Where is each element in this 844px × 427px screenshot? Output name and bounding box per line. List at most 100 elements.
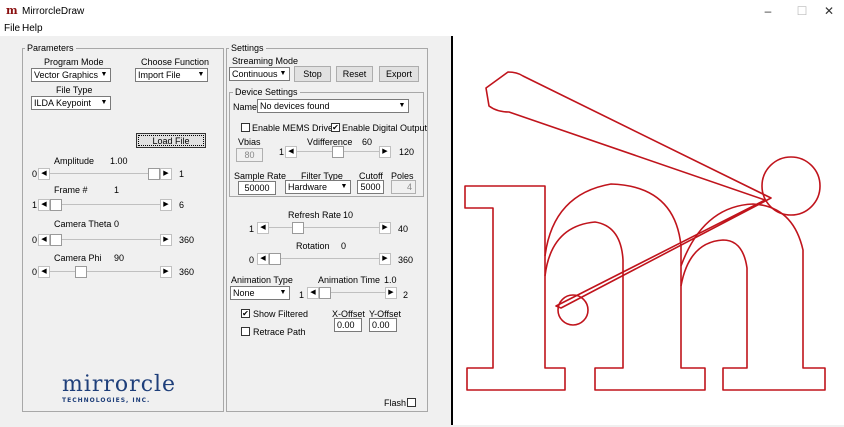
- camera-theta-max: 360: [179, 235, 195, 245]
- animation-type-select[interactable]: None ▼: [230, 286, 290, 300]
- y-offset-field[interactable]: 0.00: [369, 318, 397, 332]
- export-button[interactable]: Export: [379, 66, 419, 82]
- small-dot-outline: [557, 294, 589, 326]
- show-filtered-checkbox[interactable]: ✔: [241, 309, 250, 318]
- file-type-value: ILDA Keypoint: [34, 98, 92, 108]
- rotation-slider[interactable]: ◀ ▶: [257, 253, 391, 265]
- camera-phi-value: 90: [114, 253, 125, 263]
- frame-label: Frame #: [54, 185, 88, 195]
- flash-label: Flash: [384, 398, 407, 408]
- retrace-path-checkbox[interactable]: [241, 327, 250, 336]
- rotation-min: 0: [249, 255, 255, 265]
- arrow-right-icon[interactable]: ▶: [385, 287, 397, 299]
- pointer-outline: [485, 71, 772, 309]
- maximize-button[interactable]: ☐: [787, 0, 817, 22]
- stop-button[interactable]: Stop: [294, 66, 331, 82]
- arrow-right-icon[interactable]: ▶: [379, 253, 391, 265]
- arrow-right-icon[interactable]: ▶: [379, 146, 391, 158]
- camera-phi-slider[interactable]: ◀ ▶: [38, 266, 172, 278]
- arrow-left-icon[interactable]: ◀: [257, 222, 269, 234]
- arrow-right-icon[interactable]: ▶: [379, 222, 391, 234]
- animation-time-label: Animation Time: [318, 275, 381, 285]
- close-button[interactable]: ✕: [814, 0, 844, 22]
- reset-button[interactable]: Reset: [336, 66, 373, 82]
- refresh-rate-slider[interactable]: ◀ ▶: [257, 222, 391, 234]
- choose-function-select[interactable]: Import File ▼: [135, 68, 208, 82]
- slider-thumb[interactable]: [50, 234, 62, 246]
- frame-slider[interactable]: ◀ ▶: [38, 199, 172, 211]
- program-mode-value: Vector Graphics: [34, 70, 99, 80]
- minimize-button[interactable]: –: [753, 0, 783, 22]
- slider-thumb[interactable]: [269, 253, 281, 265]
- chevron-down-icon: ▼: [100, 99, 108, 106]
- streaming-mode-select[interactable]: Continuous ▼: [229, 67, 290, 81]
- logo-tagline: TECHNOLOGIES, INC.: [62, 397, 151, 404]
- frame-min: 1: [32, 200, 38, 210]
- arch-middle-outline: [544, 183, 706, 391]
- arrow-right-icon[interactable]: ▶: [160, 168, 172, 180]
- vdifference-min: 1: [279, 147, 285, 157]
- arrow-right-icon[interactable]: ▶: [160, 234, 172, 246]
- frame-value: 1: [114, 185, 120, 195]
- slider-thumb[interactable]: [148, 168, 160, 180]
- animation-type-label: Animation Type: [231, 275, 293, 285]
- cutoff-field[interactable]: 5000: [357, 180, 384, 194]
- animation-time-slider[interactable]: ◀ ▶: [307, 287, 397, 299]
- chevron-down-icon: ▼: [197, 71, 205, 78]
- slider-thumb[interactable]: [74, 266, 87, 278]
- device-name-value: No devices found: [260, 101, 330, 111]
- refresh-rate-max: 40: [398, 224, 409, 234]
- device-name-select[interactable]: No devices found ▼: [257, 99, 409, 113]
- x-offset-field[interactable]: 0.00: [334, 318, 362, 332]
- arrow-left-icon[interactable]: ◀: [285, 146, 297, 158]
- poles-field[interactable]: 4: [391, 180, 416, 194]
- slider-thumb[interactable]: [319, 287, 331, 299]
- chevron-down-icon: ▼: [279, 289, 287, 296]
- animation-time-min: 1: [299, 290, 305, 300]
- animation-time-value: 1.0: [384, 275, 397, 285]
- vbias-field[interactable]: 80: [236, 148, 263, 162]
- menu-file[interactable]: File: [4, 23, 20, 34]
- amplitude-slider[interactable]: ◀ ▶: [38, 168, 172, 180]
- dot-outline: [761, 156, 821, 216]
- camera-theta-slider[interactable]: ◀ ▶: [38, 234, 172, 246]
- drawing-canvas[interactable]: [451, 36, 844, 425]
- retrace-path-label: Retrace Path: [253, 327, 306, 337]
- slider-thumb[interactable]: [50, 199, 62, 211]
- arrow-right-icon[interactable]: ▶: [160, 199, 172, 211]
- amplitude-label: Amplitude: [54, 156, 95, 166]
- menu-bar: File Help: [0, 22, 844, 36]
- arrow-left-icon[interactable]: ◀: [38, 199, 50, 211]
- enable-mems-checkbox[interactable]: [241, 123, 250, 132]
- enable-digital-checkbox[interactable]: ✔: [331, 123, 340, 132]
- arrow-left-icon[interactable]: ◀: [38, 266, 50, 278]
- slider-thumb[interactable]: [332, 146, 344, 158]
- arrow-left-icon[interactable]: ◀: [257, 253, 269, 265]
- sample-rate-field[interactable]: 50000: [238, 181, 276, 195]
- chevron-down-icon: ▼: [398, 102, 406, 109]
- arrow-left-icon[interactable]: ◀: [38, 168, 50, 180]
- sample-rate-label: Sample Rate: [234, 171, 287, 181]
- menu-help[interactable]: Help: [22, 23, 43, 34]
- vdifference-max: 120: [399, 147, 415, 157]
- logo-outline-drawing: [464, 71, 826, 391]
- load-file-button[interactable]: Load File: [136, 133, 206, 148]
- chevron-down-icon: ▼: [279, 70, 287, 77]
- flash-checkbox[interactable]: [407, 398, 416, 407]
- camera-theta-label: Camera Theta: [54, 219, 112, 229]
- arrow-right-icon[interactable]: ▶: [160, 266, 172, 278]
- filter-type-select[interactable]: Hardware ▼: [285, 180, 351, 194]
- vbias-label: Vbias: [238, 137, 261, 147]
- rotation-label: Rotation: [296, 241, 330, 251]
- arrow-left-icon[interactable]: ◀: [307, 287, 319, 299]
- device-settings-legend: Device Settings: [233, 87, 300, 97]
- vdifference-slider[interactable]: ◀ ▶: [285, 146, 391, 158]
- slider-thumb[interactable]: [291, 222, 304, 234]
- arrow-left-icon[interactable]: ◀: [38, 234, 50, 246]
- logo-wordmark: mirrorcle: [62, 372, 177, 397]
- file-type-select[interactable]: ILDA Keypoint ▼: [31, 96, 111, 110]
- rotation-value: 0: [341, 241, 347, 251]
- animation-time-max: 2: [403, 290, 409, 300]
- program-mode-select[interactable]: Vector Graphics ▼: [31, 68, 111, 82]
- camera-phi-max: 360: [179, 267, 195, 277]
